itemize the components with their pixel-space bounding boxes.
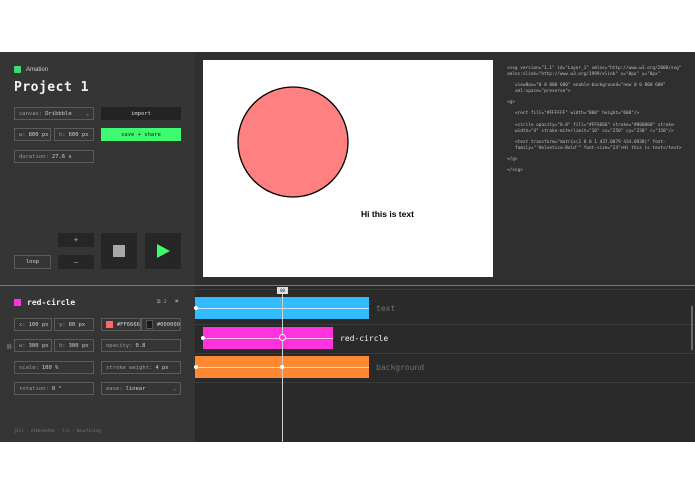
timeline-panel: text red-circle background 00: [194, 286, 695, 442]
playhead-handle[interactable]: 00: [277, 287, 288, 294]
fill-swatch: [106, 321, 113, 328]
track-label-red-circle: red-circle: [340, 334, 389, 343]
scale-input[interactable]: scale: 100 %: [14, 361, 94, 374]
chevron-down-icon: ⌄: [85, 110, 89, 117]
svg-code-panel: <svg version="1.1" id="Layer_1" xmlns="h…: [507, 66, 687, 179]
keyframe[interactable]: [201, 336, 205, 340]
code-line: viewBox="0 0 800 600" enable-background=…: [515, 83, 669, 95]
stop-icon: [113, 245, 125, 257]
keyframe[interactable]: [280, 365, 284, 369]
x-input[interactable]: x: 100 px: [14, 318, 52, 331]
canvas-text[interactable]: Hi this is text: [361, 209, 414, 219]
app-logo-icon: [14, 66, 21, 73]
artboard[interactable]: Hi this is text: [203, 60, 493, 277]
layers-icon: ⧉: [157, 299, 161, 305]
timeline-ruler[interactable]: [195, 286, 695, 292]
ease-select[interactable]: ease: linear ⌄: [101, 382, 181, 395]
delete-icon[interactable]: ✖: [175, 298, 179, 305]
layer-count: ⧉ 2: [157, 299, 167, 305]
y-input[interactable]: y: 80 px: [54, 318, 94, 331]
project-title: Project 1: [14, 80, 89, 95]
decrease-button[interactable]: –: [58, 255, 94, 269]
track-label-text: text: [376, 304, 396, 313]
code-line: <text transform="matrix(1 0 0 1 437.0879…: [515, 139, 682, 151]
play-button[interactable]: [145, 233, 181, 269]
rotation-input[interactable]: rotation: 0 °: [14, 382, 94, 395]
canvas-select-value: Dribbble: [45, 110, 72, 117]
scrollbar[interactable]: [691, 306, 693, 350]
artboard-svg: Hi this is text: [237, 86, 414, 219]
track-label-background: background: [376, 363, 425, 372]
h-input[interactable]: h: 300 px: [54, 339, 94, 352]
keyframe-selected[interactable]: [279, 334, 286, 341]
stroke-swatch: [146, 320, 153, 329]
opacity-input[interactable]: opacity: 0.8: [101, 339, 181, 352]
duration-input[interactable]: duration: 27.6 s: [14, 150, 94, 163]
code-line: </svg>: [507, 168, 523, 174]
stroke-color-input[interactable]: #000000: [141, 318, 181, 331]
loop-button[interactable]: loop: [14, 255, 51, 269]
fill-color-input[interactable]: #FF6666: [101, 318, 141, 331]
link-icon[interactable]: ⛓: [6, 344, 12, 350]
code-line: <circle opacity="0.8" fill="#FF6666" str…: [515, 122, 677, 134]
brand-name: Amation: [26, 66, 49, 73]
code-line: <rect fill="#FFFFFF" width="800" height=…: [515, 111, 640, 117]
layer-name: red-circle: [27, 298, 76, 307]
stroke-weight-input[interactable]: stroke weight: 4 px: [101, 361, 181, 374]
import-button[interactable]: import: [101, 107, 181, 120]
footer-links: jkil · ethernetbe · t/n · bousfecing: [14, 428, 101, 433]
keyframe[interactable]: [194, 365, 198, 369]
w-input[interactable]: w: 300 px: [14, 339, 52, 352]
layer-color-swatch[interactable]: [14, 299, 21, 306]
left-panel: Amation Project 1 canvas: Dribbble ⌄ imp…: [0, 52, 195, 285]
red-circle-shape[interactable]: [237, 86, 349, 198]
code-line: <svg version="1.1" id="Layer_1" xmlns="h…: [507, 66, 685, 78]
increase-button[interactable]: +: [58, 233, 94, 247]
brand: Amation: [14, 66, 48, 73]
canvas-select[interactable]: canvas: Dribbble ⌄: [14, 107, 94, 120]
code-line: <g>: [507, 100, 515, 106]
code-line: </g>: [507, 156, 518, 162]
play-icon: [157, 244, 170, 258]
width-input[interactable]: w: 800 px: [14, 128, 51, 141]
chevron-down-icon: ⌄: [172, 385, 176, 392]
properties-panel: red-circle ⧉ 2 ✖ x: 100 px y: 80 px #FF666…: [0, 286, 195, 442]
keyframe[interactable]: [194, 306, 198, 310]
layer-header: red-circle: [14, 298, 75, 307]
stop-button[interactable]: [101, 233, 137, 269]
save-share-button[interactable]: save + share: [101, 128, 181, 141]
height-input[interactable]: h: 600 px: [54, 128, 94, 141]
